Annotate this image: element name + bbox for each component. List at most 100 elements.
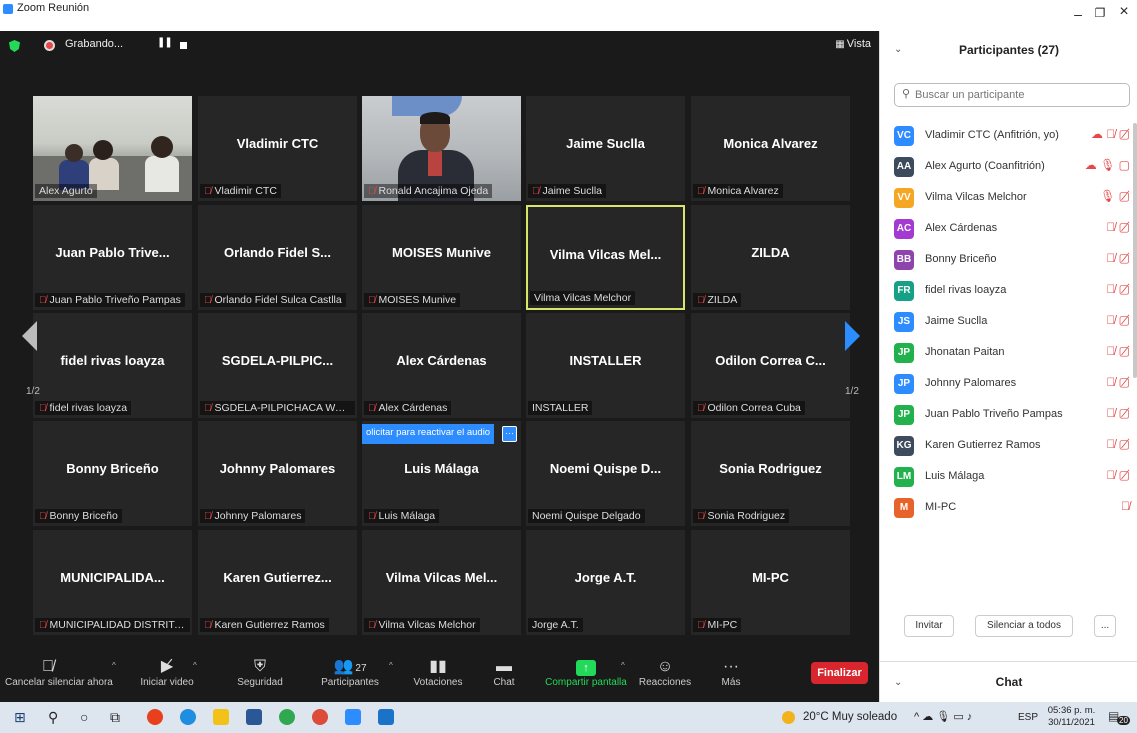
zoom-taskbar-icon[interactable] [345,709,361,725]
avatar: M [894,498,914,518]
video-tile[interactable]: Noemi Quispe D... Noemi Quispe Delgado [526,421,685,526]
video-tile[interactable]: Odilon Correa C... 🎙̸ Odilon Correa Cuba [691,313,850,418]
video-tile[interactable]: MUNICIPALIDA... 🎙̸ MUNICIPALIDAD DISTRITAL… [33,530,192,635]
tile-label: 🎙̸ Karen Gutierrez Ramos [200,618,329,632]
video-tile[interactable]: SGDELA-PILPIC... 🎙̸ SGDELA-PILPICHACA WALD… [198,313,357,418]
app-taskbar-icon[interactable] [378,709,394,725]
maximize-button[interactable]: ❐ [1090,6,1110,20]
participant-list-scrollbar[interactable] [1133,123,1137,378]
video-tile[interactable]: MOISES Munive 🎙̸ MOISES Munive [362,205,521,310]
mute-all-button[interactable]: Silenciar a todos [975,615,1073,637]
search-participant-input[interactable] [894,83,1130,107]
participant-row[interactable]: JP Jhonatan Paitan 🎙̸ ▢̸ [894,340,1130,365]
tile-label-text: MI-PC [707,619,738,631]
polls-button[interactable]: ▮▮ Votaciones [410,657,466,688]
security-button[interactable]: ⛨ Seguridad [230,657,290,688]
file-explorer-icon[interactable] [213,709,229,725]
minimize-button[interactable]: – [1068,6,1088,22]
clock[interactable]: 05:36 p. m. 30/11/2021 [1044,705,1099,729]
chat-label: Chat [493,677,515,688]
invite-button[interactable]: Invitar [904,615,954,637]
previous-page-arrow-icon[interactable] [22,321,37,351]
participant-row[interactable]: BB Bonny Briceño 🎙̸ ▢̸ [894,247,1130,272]
video-tile[interactable]: fidel rivas loayza 🎙̸ fidel rivas loayza [33,313,192,418]
video-tile[interactable]: Vilma Vilcas Mel... 🎙̸ Vilma Vilcas Melcho… [362,530,521,635]
chevron-up-icon[interactable]: ^ [112,661,116,670]
video-tile[interactable]: Vladimir CTC 🎙̸ Vladimir CTC [198,96,357,201]
tile-label: 🎙̸ fidel rivas loayza [35,401,132,415]
shield-icon[interactable] [9,40,20,52]
participant-row[interactable]: VC Vladimir CTC (Anfitrión, yo) ☁ 🎙̸ ▢̸ [894,123,1130,148]
tile-name: Vilma Vilcas Mel... [385,570,498,585]
mute-button[interactable]: 🎙̸ Cancelar silenciar ahora [5,657,113,688]
participant-row[interactable]: AA Alex Agurto (Coanfitrión) ☁ 🎙 ▢ [894,154,1130,179]
close-button[interactable]: × [1114,3,1134,21]
search-icon[interactable]: ⚲ [48,709,58,725]
participant-row[interactable]: M MI-PC 🎙̸ [894,495,1130,520]
participant-row[interactable]: VV Vilma Vilcas Melchor 🎙 ▢̸ [894,185,1130,210]
participant-row[interactable]: KG Karen Gutierrez Ramos 🎙̸ ▢̸ [894,433,1130,458]
chevron-up-icon[interactable]: ^ [389,661,393,670]
share-screen-button[interactable]: ↑ Compartir pantalla [540,657,632,688]
end-meeting-button[interactable]: Finalizar [811,662,868,684]
chat-button[interactable]: ▬ Chat [484,657,524,688]
pause-recording-button[interactable]: ❚❚ [157,37,173,48]
video-tile[interactable]: Alex Agurto [33,96,192,201]
participant-row[interactable]: LM Luis Málaga 🎙̸ ▢̸ [894,464,1130,489]
video-tile[interactable]: INSTALLER INSTALLER [526,313,685,418]
avatar: AA [894,157,914,177]
participant-status-icons: 🎙̸ ▢̸ [1106,437,1130,451]
video-tile[interactable]: Vilma Vilcas Mel... Vilma Vilcas Melchor [526,205,685,310]
language-indicator[interactable]: ESP [1018,712,1038,723]
edge-icon[interactable] [180,709,196,725]
participant-row[interactable]: JP Johnny Palomares 🎙̸ ▢̸ [894,371,1130,396]
tile-label-text: Vilma Vilcas Melchor [378,619,476,631]
video-tile[interactable]: Karen Gutierrez... 🎙̸ Karen Gutierrez Ramo… [198,530,357,635]
mic-muted-icon: 🎙̸ [204,186,212,197]
participants-button[interactable]: 👥 27 Participantes [317,657,383,688]
participants-more-button[interactable]: ... [1094,615,1116,637]
start-video-button[interactable]: ▶̸ Iniciar video [135,657,199,688]
reactions-button[interactable]: ☺ Reacciones [638,657,692,688]
chrome-profile-icon[interactable] [312,709,328,725]
chevron-up-icon[interactable]: ^ [193,661,197,670]
more-button[interactable]: ··· Más [716,657,746,688]
opera-icon[interactable] [147,709,163,725]
video-tile[interactable]: Sonia Rodriguez 🎙̸ Sonia Rodriguez [691,421,850,526]
video-tile[interactable]: Alex Cárdenas 🎙̸ Alex Cárdenas [362,313,521,418]
chevron-up-icon[interactable]: ^ [914,711,919,723]
tile-label-text: Monica Alvarez [707,185,779,197]
video-tile[interactable]: 🎙̸ Ronald Ancajima Ojeda [362,96,521,201]
clock-date: 30/11/2021 [1048,717,1095,728]
participant-row[interactable]: FR fidel rivas loayza 🎙̸ ▢̸ [894,278,1130,303]
chrome-icon[interactable] [279,709,295,725]
unmute-more-button[interactable]: ··· [502,426,517,442]
task-view-icon[interactable]: ⧉ [110,709,120,725]
system-tray[interactable]: ^ ☁ 🎙 ▭ ♪ [914,710,972,723]
video-tile[interactable]: Jorge A.T. Jorge A.T. [526,530,685,635]
video-tile[interactable]: Orlando Fidel S... 🎙̸ Orlando Fidel Sulca … [198,205,357,310]
chevron-up-icon[interactable]: ^ [621,661,625,670]
participant-row[interactable]: AC Alex Cárdenas 🎙̸ ▢̸ [894,216,1130,241]
next-page-arrow-icon[interactable] [845,321,860,351]
cortana-icon[interactable]: ○ [80,709,88,725]
view-button[interactable]: ▦ Vista [835,38,871,50]
participant-name: Luis Málaga [925,470,985,482]
video-tile[interactable]: MI-PC 🎙̸ MI-PC [691,530,850,635]
participant-row[interactable]: JS Jaime Suclla 🎙̸ ▢̸ [894,309,1130,334]
unmute-request-button[interactable]: olicitar para reactivar el audio [362,424,495,444]
weather-text[interactable]: 20°C Muy soleado [803,711,897,723]
tile-name: Orlando Fidel S... [224,245,331,260]
video-tile[interactable]: Juan Pablo Trive... 🎙̸ Juan Pablo Triveño … [33,205,192,310]
windows-start-icon[interactable]: ⊞ [14,709,26,725]
participant-row[interactable]: JP Juan Pablo Triveño Pampas 🎙̸ ▢̸ [894,402,1130,427]
video-tile[interactable]: Bonny Briceño 🎙̸ Bonny Briceño [33,421,192,526]
word-icon[interactable] [246,709,262,725]
tile-label: 🎙̸ MI-PC [693,618,742,632]
video-tile[interactable]: Johnny Palomares 🎙̸ Johnny Palomares [198,421,357,526]
video-tile[interactable]: Jaime Suclla 🎙̸ Jaime Suclla [526,96,685,201]
participant-status-icons: 🎙̸ ▢̸ [1106,251,1130,265]
video-tile[interactable]: ZILDA 🎙̸ ZILDA [691,205,850,310]
video-tile[interactable]: Monica Alvarez 🎙̸ Monica Alvarez [691,96,850,201]
stop-recording-button[interactable] [180,42,187,49]
